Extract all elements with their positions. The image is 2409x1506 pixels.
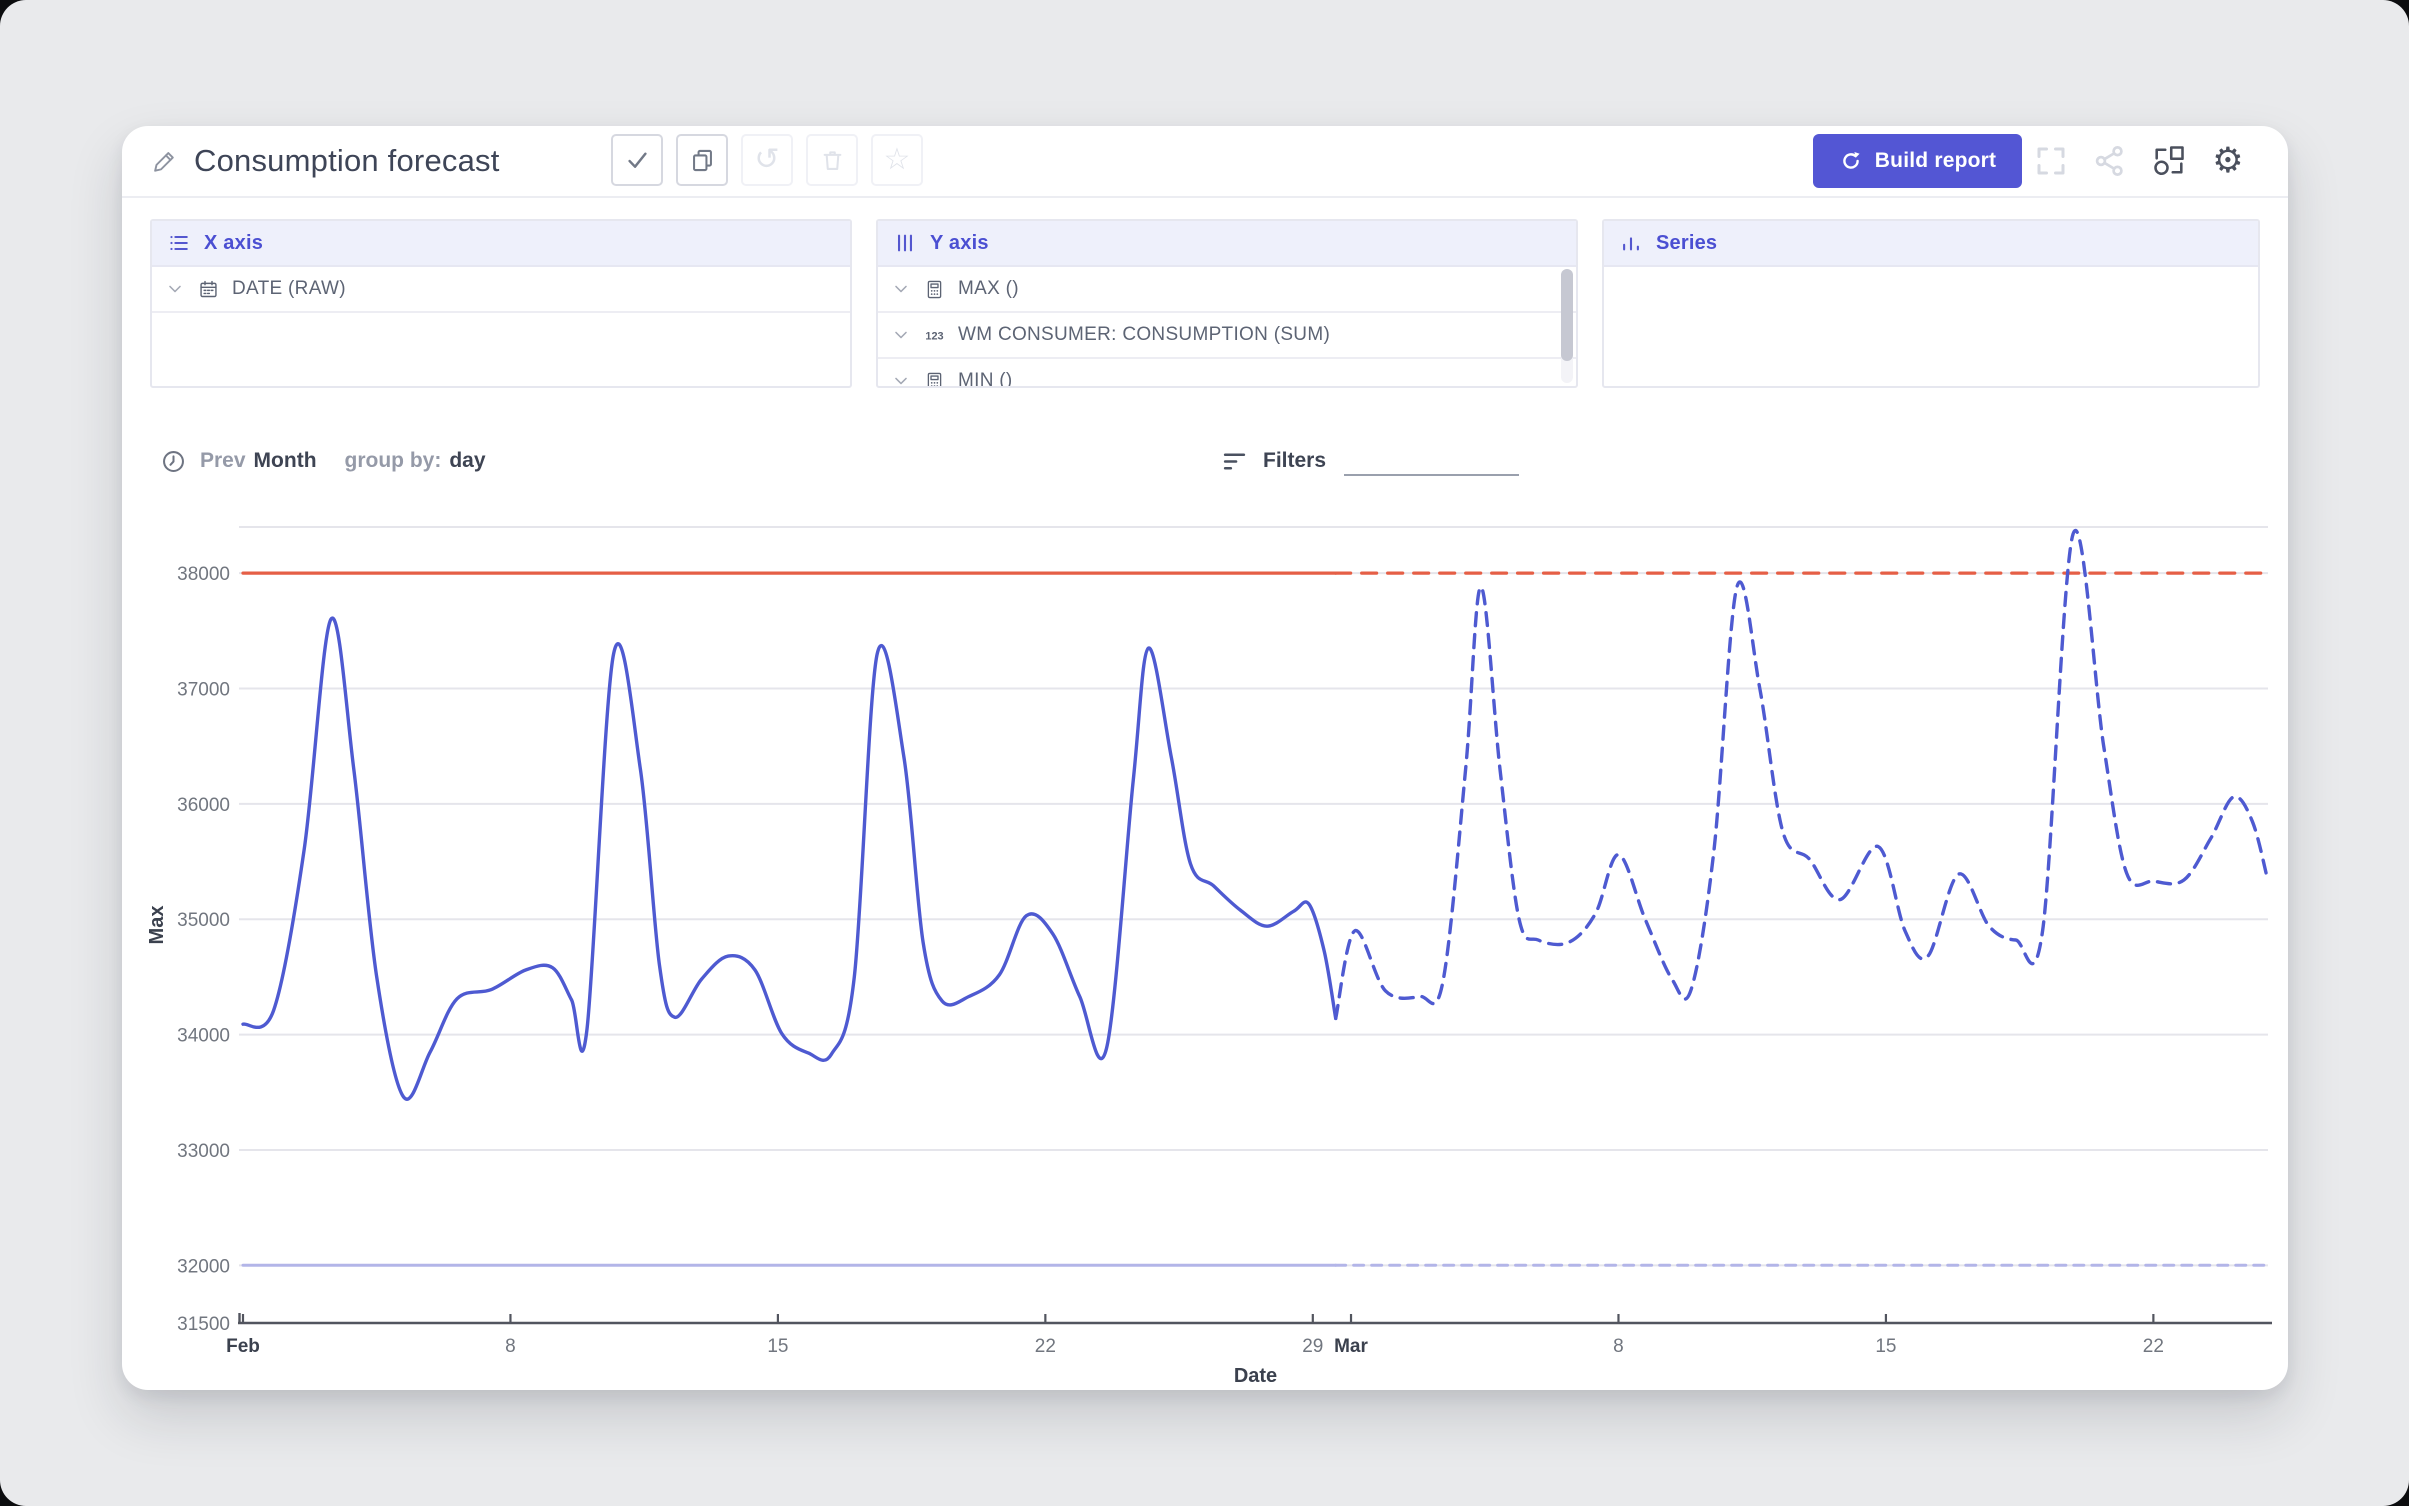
chevron-down-icon[interactable] (891, 325, 911, 345)
trash-icon (819, 147, 846, 174)
build-report-label: Build report (1874, 149, 1997, 172)
share-icon[interactable] (2092, 143, 2128, 179)
bar-chart-icon (1620, 232, 1642, 254)
undo-icon: ↺ (754, 142, 780, 177)
scrollbar-thumb[interactable] (1561, 269, 1573, 361)
calculator-icon (924, 279, 945, 300)
change-visualization-icon[interactable] (2151, 143, 2187, 179)
period-value[interactable]: Month (254, 449, 317, 473)
list-icon (168, 232, 190, 254)
calendar-icon (198, 279, 219, 300)
x-axis-panel: X axis DATE (RAW) (150, 219, 852, 388)
x-axis-panel-header: X axis (152, 221, 850, 267)
field-row[interactable]: MAX () (878, 267, 1576, 313)
x-axis-panel-title: X axis (204, 231, 264, 254)
report-title[interactable]: Consumption forecast (194, 126, 500, 196)
build-report-button[interactable]: Build report (1813, 134, 2022, 188)
settings-icon[interactable]: ⚙ (2210, 143, 2246, 179)
apply-button[interactable] (611, 134, 663, 186)
delete-button[interactable] (806, 134, 858, 186)
y-axis-panel-title: Y axis (930, 231, 989, 254)
filters-label: Filters (1263, 449, 1327, 472)
svg-text:123: 123 (925, 330, 943, 342)
series-panel: Series (1602, 219, 2260, 388)
toolbar: Consumption forecast ↺ ☆ Build report ⚙ (122, 126, 2288, 196)
pencil-icon (152, 148, 179, 175)
field-row[interactable]: DATE (RAW) (152, 267, 850, 313)
chart-controls: Prev Month group by: day (160, 438, 486, 484)
calculator-icon (924, 371, 945, 386)
duplicate-button[interactable] (676, 134, 728, 186)
field-label: MAX () (958, 278, 1019, 299)
field-label: WM CONSUMER: CONSUMPTION (SUM) (958, 324, 1331, 345)
app-background: Consumption forecast ↺ ☆ Build report ⚙ X… (0, 0, 2409, 1506)
chevron-down-icon[interactable] (891, 371, 911, 386)
check-icon (624, 147, 651, 174)
refresh-icon (1839, 149, 1863, 173)
field-row[interactable]: 123 WM CONSUMER: CONSUMPTION (SUM) (878, 313, 1576, 359)
scrollbar-track[interactable] (1561, 269, 1573, 383)
field-label: MIN () (958, 370, 1013, 388)
fullscreen-icon[interactable] (2033, 143, 2069, 179)
chevron-down-icon[interactable] (165, 279, 185, 299)
group-by-value[interactable]: day (449, 449, 485, 473)
filter-icon (1222, 449, 1247, 474)
toolbar-divider (122, 196, 2288, 198)
columns-icon (894, 232, 916, 254)
series-panel-header: Series (1604, 221, 2258, 267)
123-icon: 123 (924, 325, 945, 346)
filters-input-underline[interactable] (1344, 446, 1520, 476)
filters-control[interactable]: Filters (1222, 438, 1520, 484)
undo-button[interactable]: ↺ (741, 134, 793, 186)
copy-icon (689, 147, 716, 174)
series-panel-title: Series (1656, 231, 1718, 254)
period-prefix[interactable]: Prev (200, 449, 246, 473)
field-label: DATE (RAW) (232, 278, 346, 299)
report-builder-card: Consumption forecast ↺ ☆ Build report ⚙ X… (122, 126, 2288, 1390)
group-by-label: group by: (344, 449, 442, 472)
toolbar-right-icons: ⚙ (2033, 143, 2246, 179)
y-axis-panel: Y axis MAX () 123 WM CONSUMER: CONSUMPTION… (876, 219, 1578, 388)
chevron-down-icon[interactable] (891, 279, 911, 299)
star-icon: ☆ (883, 142, 911, 177)
toolbar-actions: ↺ ☆ (611, 134, 923, 186)
clock-icon (160, 448, 187, 475)
favorite-button[interactable]: ☆ (871, 134, 923, 186)
field-row[interactable]: MIN () (878, 359, 1576, 388)
y-axis-panel-header: Y axis (878, 221, 1576, 267)
